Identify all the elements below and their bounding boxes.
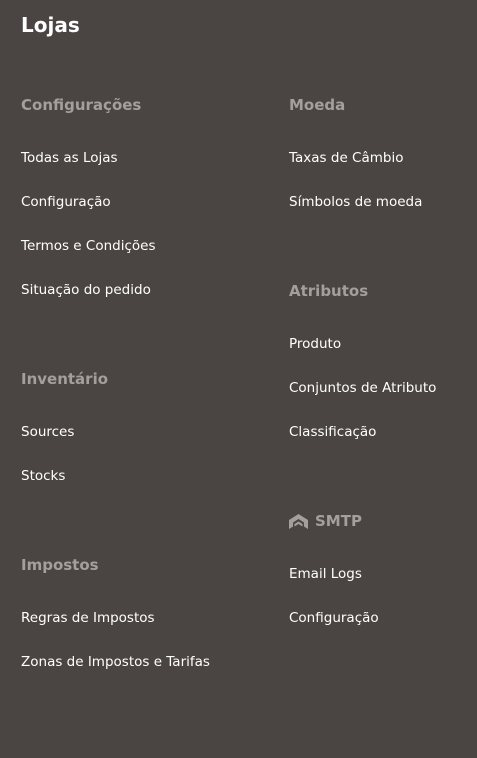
menu-item-todas-as-lojas[interactable]: Todas as Lojas bbox=[21, 148, 118, 168]
menu-item-smtp-configuracao[interactable]: Configuração bbox=[289, 608, 379, 628]
section-heading-smtp: SMTP bbox=[289, 511, 362, 531]
menu-item-zonas-de-impostos[interactable]: Zonas de Impostos e Tarifas bbox=[21, 652, 210, 672]
page-title: Lojas bbox=[21, 13, 80, 37]
section-heading-atributos: Atributos bbox=[289, 282, 369, 300]
menu-item-email-logs[interactable]: Email Logs bbox=[289, 564, 362, 584]
section-heading-configuracoes: Configurações bbox=[21, 96, 142, 114]
menu-item-produto[interactable]: Produto bbox=[289, 334, 341, 354]
menu-item-termos-e-condicoes[interactable]: Termos e Condições bbox=[21, 236, 156, 256]
menu-item-situacao-do-pedido[interactable]: Situação do pedido bbox=[21, 280, 151, 300]
menu-item-simbolos-de-moeda[interactable]: Símbolos de moeda bbox=[289, 192, 422, 212]
menu-item-sources[interactable]: Sources bbox=[21, 422, 74, 442]
menu-item-stocks[interactable]: Stocks bbox=[21, 466, 65, 486]
section-heading-inventario: Inventário bbox=[21, 370, 109, 388]
section-heading-moeda: Moeda bbox=[289, 96, 346, 114]
menu-item-conjuntos-de-atributo[interactable]: Conjuntos de Atributo bbox=[289, 378, 436, 398]
section-heading-impostos: Impostos bbox=[21, 556, 99, 574]
smtp-logo-icon bbox=[289, 513, 308, 529]
menu-item-classificacao[interactable]: Classificação bbox=[289, 422, 376, 442]
menu-item-regras-de-impostos[interactable]: Regras de Impostos bbox=[21, 608, 155, 628]
smtp-heading-label: SMTP bbox=[315, 512, 362, 530]
menu-item-configuracao[interactable]: Configuração bbox=[21, 192, 111, 212]
menu-item-taxas-de-cambio[interactable]: Taxas de Câmbio bbox=[289, 148, 403, 168]
